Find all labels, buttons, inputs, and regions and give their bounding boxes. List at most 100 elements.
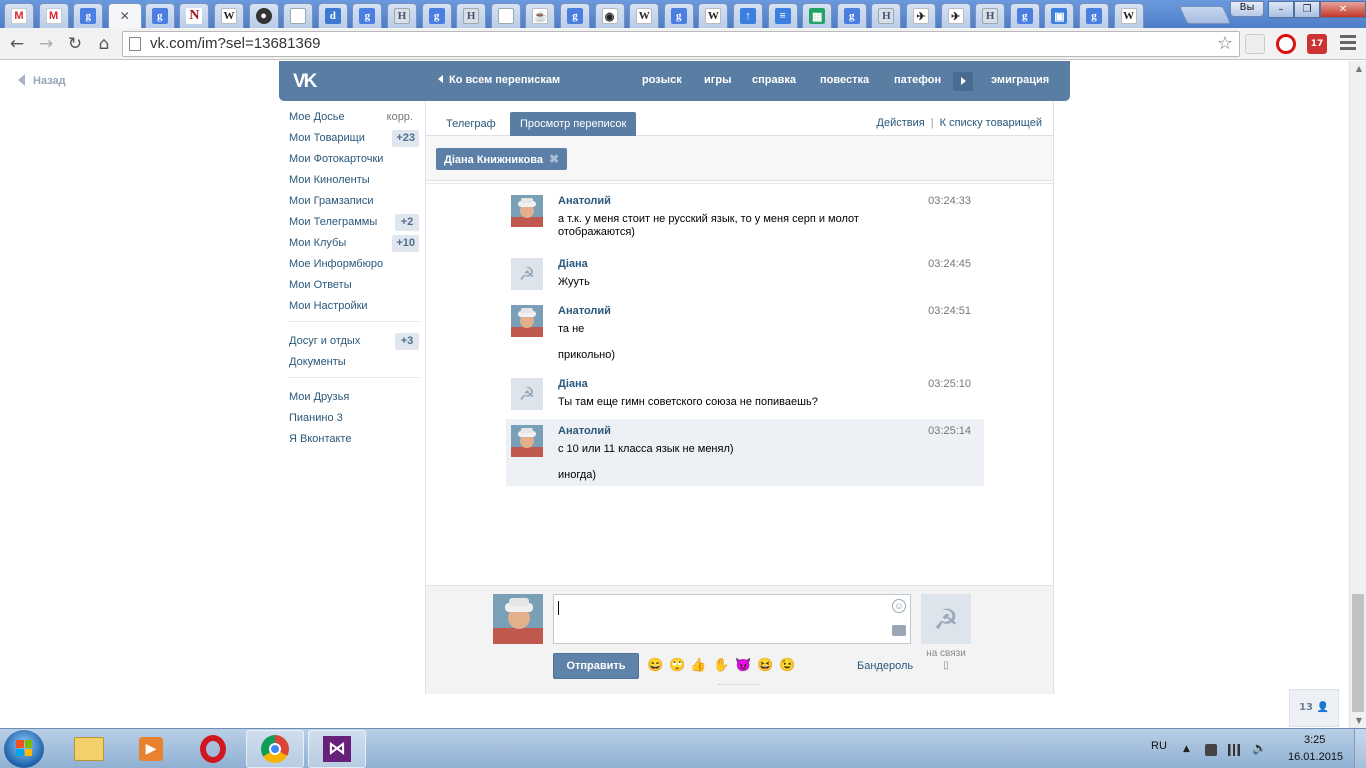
media-player-icon[interactable]: ▶ (122, 730, 180, 768)
message-input[interactable]: ☺ (553, 594, 911, 644)
browser-tab[interactable]: ✈ (906, 3, 936, 28)
nav-gramophone-link[interactable]: патефон (894, 74, 941, 86)
message-item[interactable]: ☭ Діана 03:24:45 Жууть (506, 252, 984, 292)
message-item[interactable]: Анатолий 03:24:33 а т.к. у меня стоит не р… (506, 189, 984, 239)
left-menu-item[interactable]: Мои Телеграммы +2 (289, 214, 421, 236)
browser-tab[interactable]: W (629, 3, 660, 28)
browser-tab[interactable]: ▣ (1044, 3, 1075, 28)
browser-tab[interactable]: g (421, 3, 452, 28)
friends-online-counter[interactable]: 13 👤 (1289, 689, 1339, 727)
browser-tab[interactable]: W (698, 3, 729, 28)
wink-emoji-icon[interactable]: 😉 (779, 656, 796, 673)
to-friends-link[interactable]: К списку товарищей (940, 117, 1042, 129)
nav-summons-link[interactable]: повестка (820, 74, 869, 86)
left-menu-item[interactable]: Мои Фотокарточки (289, 152, 421, 173)
browser-tab[interactable]: H (871, 3, 902, 28)
left-menu-item[interactable]: Мои Настройки (289, 299, 421, 320)
browser-tab[interactable]: ≡ (767, 3, 798, 28)
rolling-eyes-emoji-icon[interactable]: 🙄 (669, 656, 686, 673)
emoji-more-divider[interactable] (718, 684, 760, 685)
devil-emoji-icon[interactable]: 😈 (735, 656, 752, 673)
left-menu-item[interactable]: Документы (289, 355, 421, 376)
browser-tab[interactable]: H (975, 3, 1006, 28)
browser-tab[interactable]: ◉ (594, 3, 625, 28)
page-scrollbar[interactable]: ▲ ▼ (1349, 61, 1366, 728)
chrome-menu-icon[interactable] (1340, 35, 1356, 51)
message-time[interactable]: 03:24:45 (928, 258, 971, 270)
nav-search-link[interactable]: розыск (642, 74, 682, 86)
nav-more-arrow-icon[interactable] (953, 72, 973, 91)
author-avatar[interactable] (511, 305, 543, 337)
clock-date[interactable]: 16.01.2015 (1288, 751, 1343, 763)
browser-tab[interactable]: g (352, 3, 383, 28)
message-author[interactable]: Анатолий (558, 425, 611, 437)
browser-tab[interactable]: ✕ (107, 3, 142, 28)
scroll-down-arrow-icon[interactable]: ▼ (1356, 716, 1362, 725)
bookmark-star-icon[interactable]: ☆ (1217, 33, 1233, 54)
chrome-taskbar-icon[interactable] (246, 730, 304, 768)
message-author[interactable]: Анатолий (558, 305, 611, 317)
attach-banderol-link[interactable]: Бандероль (857, 660, 913, 672)
language-indicator[interactable]: RU (1151, 740, 1167, 752)
message-author[interactable]: Анатолий (558, 195, 611, 207)
browser-tab[interactable] (283, 3, 314, 28)
browser-tab[interactable] (490, 3, 521, 28)
left-menu-item[interactable]: Мои Клубы +10 (289, 235, 421, 257)
vk-logo-icon[interactable]: VK (293, 71, 327, 92)
restore-icon[interactable]: ❐ (1294, 1, 1320, 18)
browser-tab[interactable]: g (144, 3, 175, 28)
show-desktop-button[interactable] (1354, 729, 1366, 768)
peer-chip[interactable]: Діана Книжникова ✖ (436, 148, 568, 170)
power-plug-icon[interactable] (1205, 744, 1217, 756)
minimize-icon[interactable]: – (1268, 1, 1294, 18)
author-avatar[interactable] (511, 195, 543, 227)
left-menu-item[interactable]: Я Вконтакте (289, 432, 421, 453)
message-time[interactable]: 03:24:51 (928, 305, 971, 317)
visual-studio-icon[interactable]: ⋈ (308, 730, 366, 768)
new-tab-button[interactable] (1178, 6, 1232, 24)
back-link[interactable]: Назад (18, 74, 66, 87)
thumbs-up-emoji-icon[interactable]: 👍 (690, 656, 707, 673)
scroll-thumb[interactable] (1352, 594, 1364, 712)
message-author[interactable]: Діана (558, 378, 588, 390)
actions-link[interactable]: Действия (877, 117, 925, 129)
raised-hand-emoji-icon[interactable]: ✋ (713, 656, 730, 673)
forward-arrow-icon[interactable]: → (36, 34, 56, 54)
opera-icon[interactable] (184, 730, 242, 768)
address-bar[interactable]: vk.com/im?sel=13681369 ☆ (122, 31, 1240, 57)
extension-page-icon[interactable] (1245, 34, 1265, 54)
author-avatar[interactable]: ☭ (511, 258, 543, 290)
scroll-up-arrow-icon[interactable]: ▲ (1356, 64, 1362, 73)
browser-tab[interactable]: g (73, 3, 104, 28)
explorer-folder-icon[interactable] (60, 730, 118, 768)
grin-emoji-icon[interactable]: 😄 (647, 656, 664, 673)
browser-tab[interactable]: H (387, 3, 417, 28)
author-avatar[interactable]: ☭ (511, 378, 543, 410)
browser-tab[interactable]: ✈ (940, 3, 971, 28)
home-icon[interactable]: ⌂ (94, 34, 114, 54)
camera-icon[interactable] (892, 625, 906, 636)
browser-tab[interactable]: W (214, 3, 244, 28)
browser-tab[interactable]: N (179, 3, 210, 28)
browser-tab[interactable]: W (1113, 3, 1144, 28)
volume-icon[interactable]: 🔈 (1252, 741, 1267, 755)
browser-tab[interactable]: M (4, 3, 34, 28)
adblock-extension-icon[interactable] (1276, 34, 1296, 54)
message-time[interactable]: 03:25:10 (928, 378, 971, 390)
left-menu-item[interactable]: Мое Досье корр. (289, 110, 421, 131)
tab-view-dialogs[interactable]: Просмотр переписок (510, 112, 637, 136)
all-dialogs-link[interactable]: Ко всем перепискам (438, 74, 560, 86)
start-button[interactable] (4, 730, 44, 768)
smile-icon[interactable]: ☺ (892, 599, 906, 613)
left-menu-item[interactable]: Досуг и отдых +3 (289, 333, 421, 355)
message-author[interactable]: Діана (558, 258, 588, 270)
message-item[interactable]: Анатолий 03:25:14 с 10 или 11 класса язык … (506, 419, 984, 486)
tray-expand-icon[interactable]: ▲ (1183, 744, 1195, 756)
back-arrow-icon[interactable]: ← (7, 34, 27, 54)
notifications-extension-icon[interactable]: 17 (1307, 34, 1327, 54)
network-signal-icon[interactable] (1228, 744, 1240, 756)
browser-tab[interactable]: H (456, 3, 487, 28)
remove-peer-icon[interactable]: ✖ (549, 152, 559, 166)
reload-icon[interactable]: ↻ (65, 34, 85, 54)
message-item[interactable]: Анатолий 03:24:51 та не прикольно) (506, 299, 984, 366)
